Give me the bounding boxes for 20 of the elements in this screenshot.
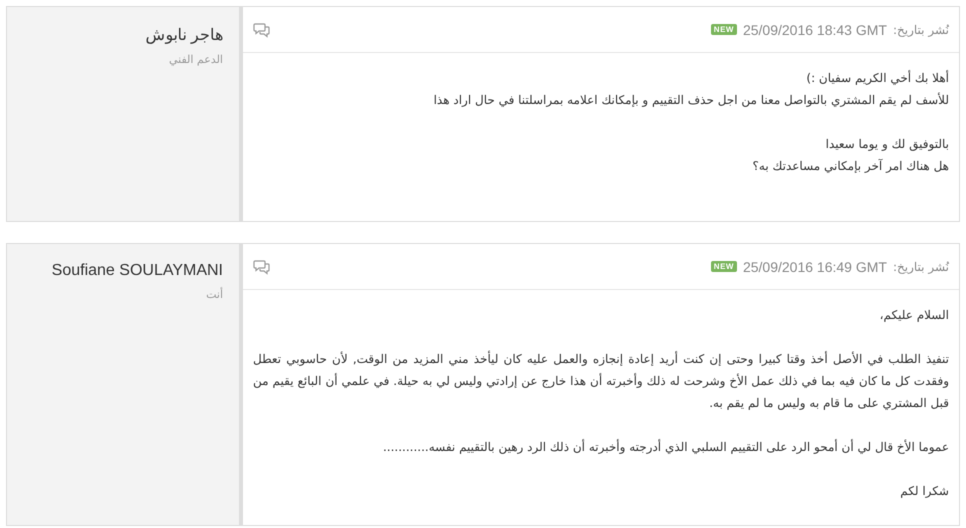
message-text: هل هناك امر آخر بإمكاني مساعدتك به؟ (752, 158, 949, 175)
message-text: أهلا بك أخي الكريم سفيان :) (805, 69, 949, 87)
posted-label: نُشر بتاريخ: (892, 260, 949, 274)
message-text: شكرا لكم (899, 483, 949, 500)
posted-date: 25/09/2016 18:43 GMT (742, 22, 887, 38)
author-name: Soufiane SOULAYMANI (50, 262, 223, 280)
message-text: السلام عليكم، (878, 307, 949, 324)
message-text: للأسف لم يقم المشتري بالتواصل معنا من اجل حذف التقييم و بإمكانك اعلامه بمراسلتنا في حال اراد هذا (432, 92, 949, 109)
message-text: تنفيذ الطلب في الأصل أخذ وقتا كبيرا وحتى إن كنت أريد إعادة إنجازه والعمل عليه كان ليأخذ مني المزيد من الوقت, لأن حاسوبي تعطل وفقدت كل ما كان فيه بما في ذلك عمل الأخ وشرحت له ذلك وأخبرته أن هذا خارج عن إرادتي وليس لي به حيلة. في علمي أن البائع يقيم من قبل المشتري على ما قام به وليس ما لم يقم به. (253, 350, 949, 412)
posted-label: نُشر بتاريخ: (892, 22, 949, 36)
message-text: بالتوفيق لك و يوما سعيدا (824, 136, 949, 153)
new-badge: NEW (710, 24, 737, 35)
author-role: أنت (205, 288, 223, 301)
message-text: عموما الأخ قال لي أن أمحو الرد على التقييم السلبي الذي أدرجته وأخبرته أن ذلك الرد رهين بالتقييم نفسه............ (382, 438, 949, 456)
author-name: هاجر نابوش (144, 26, 223, 45)
author-role: الدعم الفني (168, 53, 223, 66)
chat-icon[interactable] (253, 258, 270, 274)
new-badge: NEW (710, 261, 737, 272)
posted-date: 25/09/2016 16:49 GMT (742, 258, 887, 274)
chat-icon[interactable] (253, 22, 270, 38)
